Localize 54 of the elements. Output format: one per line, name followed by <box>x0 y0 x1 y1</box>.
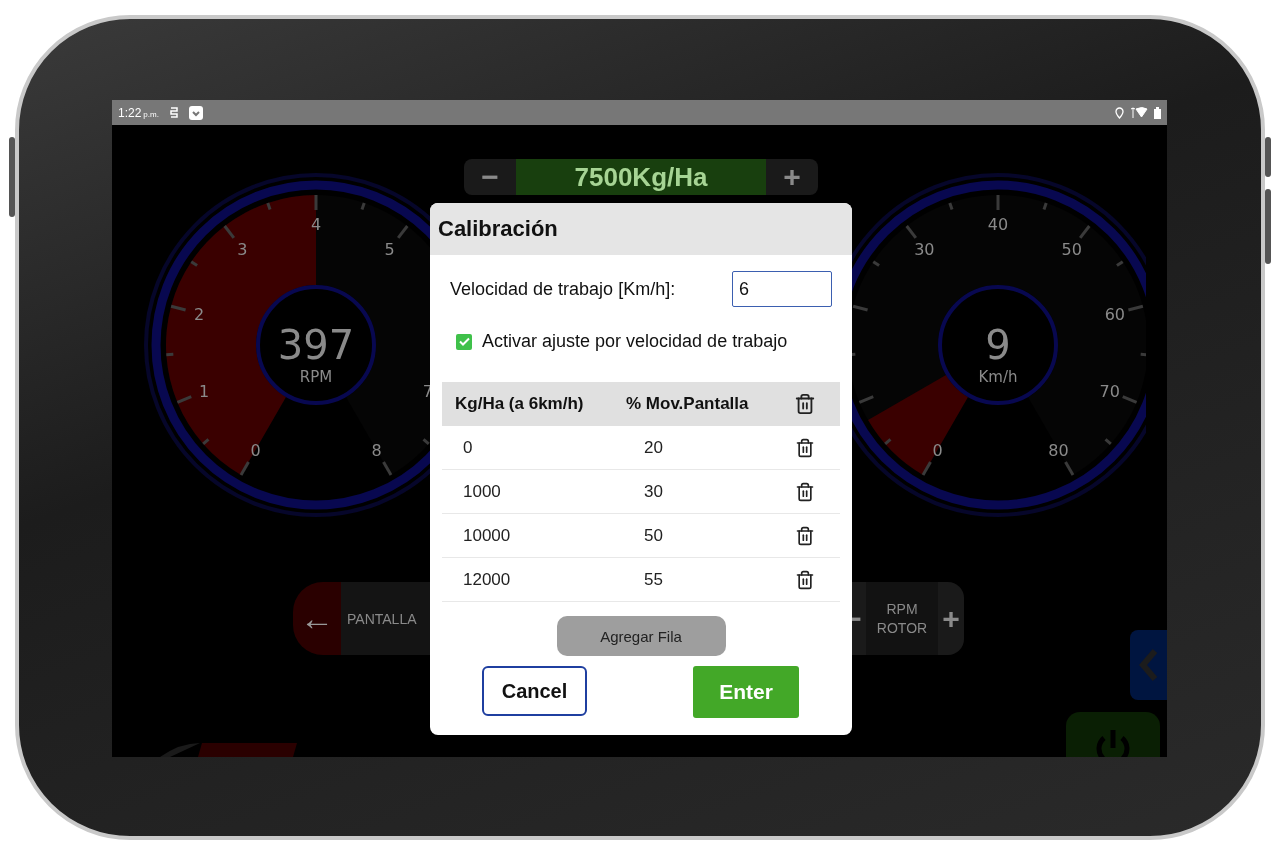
trash-icon[interactable] <box>795 437 815 458</box>
gauge-label: 8 <box>371 440 382 460</box>
table-cell-text: 55 <box>643 569 664 590</box>
rate-display: 7500Kg/Ha <box>516 159 766 195</box>
gauge-label: 50 <box>1061 240 1082 259</box>
chevron-left-icon <box>1138 648 1159 682</box>
gauge-label: 30 <box>914 240 935 259</box>
trash-icon[interactable] <box>794 393 816 415</box>
gauge-label: 40 <box>987 215 1009 234</box>
table-cell-text: 20 <box>643 437 664 458</box>
gauge-label: 1 <box>199 382 210 402</box>
cancel-button[interactable]: Cancel <box>482 666 587 716</box>
rotor-rpm-label: RPM ROTOR <box>866 582 938 655</box>
column-header: Kg/Ha (a 6km/h) <box>454 394 585 414</box>
side-key <box>1265 137 1271 177</box>
trash-icon[interactable] <box>795 525 815 546</box>
status-time: 1:22 p.m. <box>118 105 159 120</box>
gauge-label: 0 <box>932 440 943 460</box>
table-cell-text: 12000 <box>462 569 512 590</box>
location-icon <box>1115 106 1124 119</box>
add-row-button[interactable]: Agregar Fila <box>556 616 726 656</box>
table-cell-text: 1000 <box>462 481 502 502</box>
gauge-unit: Km/h <box>978 368 1018 386</box>
table-cell-text: 0 <box>462 437 474 458</box>
gauge-value: 397 <box>277 322 355 368</box>
gauge-label: 80 <box>1048 440 1069 460</box>
minus-button[interactable]: − <box>464 159 516 195</box>
gauge-label: 0 <box>250 440 261 460</box>
adjust-checkbox[interactable]: Activar ajuste por velocidad de trabajo <box>456 331 788 352</box>
gauge-label: 5 <box>384 240 395 259</box>
gauge-label: 4 <box>310 215 322 234</box>
gauge-unit: RPM <box>299 368 333 386</box>
battery-icon <box>1154 106 1161 119</box>
gauge-label: 70 <box>1099 382 1120 402</box>
table-cell-text: 10000 <box>462 525 512 546</box>
enter-button[interactable]: Enter <box>693 666 799 718</box>
trash-icon[interactable] <box>795 569 815 590</box>
gauge-label: 3 <box>237 240 248 259</box>
dialog-title: Calibración <box>430 203 852 255</box>
table-cell-text: 30 <box>643 481 664 502</box>
back-button[interactable]: ← <box>293 582 341 655</box>
trash-icon[interactable] <box>795 481 815 502</box>
gauge-label: 60 <box>1104 304 1126 324</box>
field-label: Velocidad de trabajo [Km/h]: <box>450 278 676 300</box>
plus-button[interactable]: + <box>766 159 818 195</box>
app-icon <box>188 105 203 120</box>
speed-input[interactable]: 6 <box>732 271 832 307</box>
gauge-value: 9 <box>985 322 1011 368</box>
table-cell-text: 50 <box>643 525 664 546</box>
plus-button[interactable]: + <box>938 582 964 655</box>
column-header: % Mov.Pantalla <box>625 394 750 414</box>
gauge-label: 2 <box>194 304 205 324</box>
wifi-icon <box>1130 106 1148 119</box>
notification-icon <box>168 106 179 119</box>
